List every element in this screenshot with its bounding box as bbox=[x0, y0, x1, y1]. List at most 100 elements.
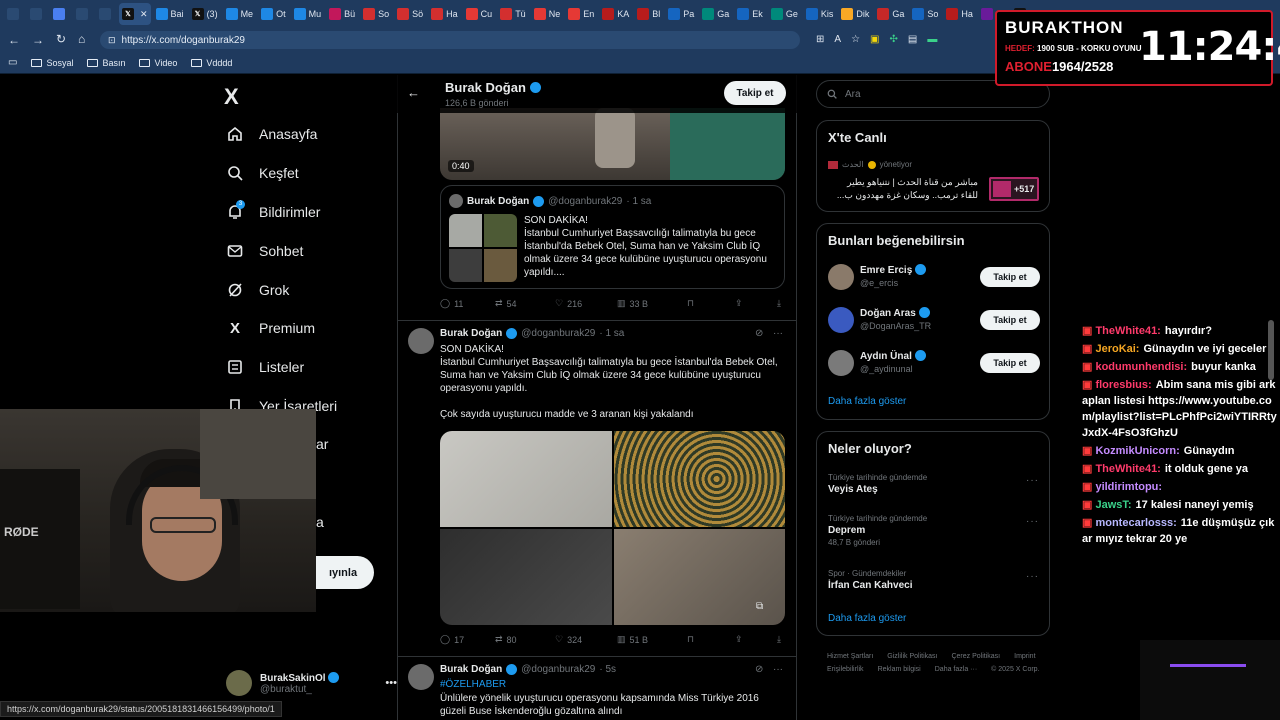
chat-username[interactable]: KozmikUnicorn: bbox=[1095, 445, 1179, 457]
browser-tab[interactable]: Dik bbox=[838, 3, 872, 25]
hashtag-link[interactable]: #ÖZELHABER bbox=[440, 679, 506, 690]
chat-username[interactable]: yildirimtopu: bbox=[1095, 481, 1162, 493]
more-icon[interactable]: ··· bbox=[773, 664, 783, 675]
home-browser-icon[interactable]: ⌂ bbox=[78, 32, 85, 46]
like-button[interactable]: ♡ 324 bbox=[555, 634, 617, 645]
grok-analyze-icon[interactable]: ⊘ bbox=[755, 328, 763, 339]
nav-item-explore[interactable]: Keşfet bbox=[226, 164, 299, 182]
url-field[interactable]: ⊡ https://x.com/doganburak29 bbox=[100, 31, 800, 49]
account-switcher[interactable]: BurakSakinOl @buraktut_ ••• bbox=[226, 670, 397, 696]
browser-tab[interactable]: Kis bbox=[803, 3, 837, 25]
views-button[interactable]: ▥ 51 B bbox=[617, 634, 687, 645]
tweet-video[interactable]: 0:40 bbox=[440, 108, 785, 180]
suggest-user[interactable]: Aydın Ünal @_aydinunal Takip et bbox=[828, 350, 1040, 380]
show-more-link[interactable]: Daha fazla göster bbox=[828, 396, 906, 407]
footer-link[interactable]: Erişilebilirlik bbox=[827, 663, 864, 676]
bookmark-folder[interactable]: Sosyal bbox=[31, 58, 73, 68]
browser-tab[interactable]: Cu bbox=[463, 3, 496, 25]
trend-item[interactable]: Türkiye tarihinde gündemde Deprem 48,7 B… bbox=[828, 514, 1040, 547]
nav-item-lists[interactable]: Listeler bbox=[226, 358, 304, 376]
suggest-user[interactable]: Doğan Aras @DoganAras_TR Takip et bbox=[828, 307, 1040, 337]
footer-link[interactable]: Gizlilik Politikası bbox=[887, 650, 937, 663]
footer-link[interactable]: Imprint bbox=[1014, 650, 1035, 663]
more-icon[interactable]: ••• bbox=[385, 677, 397, 689]
nav-item-grok[interactable]: Grok bbox=[226, 281, 289, 299]
browser-tab[interactable]: Bai bbox=[153, 3, 187, 25]
browser-tab[interactable]: Bü bbox=[326, 3, 358, 25]
tweet-photo[interactable] bbox=[440, 529, 612, 625]
reload-icon[interactable]: ↻ bbox=[56, 32, 66, 46]
bookmark-button[interactable]: ⊓ bbox=[687, 298, 735, 309]
x-logo-icon[interactable]: X bbox=[224, 84, 239, 110]
bookmark-button[interactable]: ⊓ bbox=[687, 634, 735, 645]
extension-icon[interactable]: ▤ bbox=[908, 34, 917, 45]
browser-tab[interactable]: Bl bbox=[634, 3, 663, 25]
follow-button[interactable]: Takip et bbox=[980, 267, 1040, 287]
alt-text-icon[interactable]: ⧉ bbox=[756, 601, 763, 612]
repost-button[interactable]: ⇄ 54 bbox=[495, 298, 555, 309]
live-text[interactable]: مباشر من قناة الحدث | نتنياهو يطير للقاء… bbox=[828, 176, 978, 202]
reading-list-icon[interactable]: ▭ bbox=[8, 57, 17, 68]
extension-icon[interactable]: ✣ bbox=[889, 34, 897, 45]
close-tab-icon[interactable]: ✕ bbox=[140, 9, 148, 20]
chat-username[interactable]: floresbius: bbox=[1095, 379, 1151, 391]
download-button[interactable]: ⤓ bbox=[777, 298, 781, 309]
browser-tab[interactable]: So bbox=[909, 3, 941, 25]
tweet-photo[interactable] bbox=[440, 431, 612, 527]
favorite-star-icon[interactable]: ☆ bbox=[851, 34, 860, 45]
browser-tab[interactable]: Ga bbox=[874, 3, 907, 25]
browser-tab[interactable]: Ne bbox=[531, 3, 564, 25]
read-aloud-icon[interactable]: A bbox=[834, 34, 841, 45]
nav-item-partial[interactable]: ar bbox=[316, 436, 328, 452]
more-icon[interactable]: ··· bbox=[1026, 475, 1039, 486]
browser-tab[interactable]: So bbox=[360, 3, 392, 25]
footer-link[interactable]: Daha fazla ··· bbox=[935, 663, 977, 676]
browser-tab[interactable] bbox=[4, 3, 25, 25]
chat-username[interactable]: TheWhite41: bbox=[1095, 463, 1160, 475]
browser-tab[interactable]: 𝕏 (3) bbox=[189, 3, 221, 25]
suggest-user[interactable]: Emre Erciş @e_ercis Takip et bbox=[828, 264, 1040, 294]
more-icon[interactable]: ··· bbox=[1026, 516, 1039, 527]
tweet-photo[interactable] bbox=[613, 431, 785, 527]
site-info-icon[interactable]: ⊡ bbox=[108, 35, 116, 46]
live-listeners[interactable]: +517 bbox=[989, 177, 1039, 201]
browser-tab[interactable] bbox=[27, 3, 48, 25]
browser-tab[interactable]: En bbox=[565, 3, 597, 25]
browser-tab[interactable]: Ot bbox=[258, 3, 289, 25]
search-input[interactable]: Ara bbox=[845, 89, 861, 100]
browser-tab[interactable]: Ha bbox=[943, 3, 976, 25]
more-icon[interactable]: ··· bbox=[1026, 571, 1039, 582]
avatar[interactable] bbox=[408, 664, 434, 690]
follow-button[interactable]: Takip et bbox=[980, 310, 1040, 330]
show-more-link[interactable]: Daha fazla göster bbox=[828, 613, 906, 624]
chat-username[interactable]: JawsT: bbox=[1095, 499, 1131, 511]
reply-button[interactable]: ◯ 17 bbox=[440, 634, 495, 645]
trend-item[interactable]: Spor · Gündemdekiler İrfan Can Kahveci ·… bbox=[828, 569, 1040, 591]
bookmark-folder[interactable]: Basın bbox=[87, 58, 125, 68]
bookmark-folder[interactable]: Video bbox=[139, 58, 177, 68]
avatar[interactable] bbox=[408, 328, 434, 354]
quote-tweet[interactable]: Burak Doğan @doganburak29 · 1 sa SON DAK… bbox=[440, 185, 785, 289]
repost-button[interactable]: ⇄ 80 bbox=[495, 634, 555, 645]
nav-item-partial[interactable]: a bbox=[316, 514, 324, 530]
extension-icon[interactable]: ▬ bbox=[927, 34, 937, 45]
follow-button[interactable]: Takip et bbox=[980, 353, 1040, 373]
nav-item-premium[interactable]: X Premium bbox=[226, 319, 315, 337]
footer-link[interactable]: Hizmet Şartları bbox=[827, 650, 873, 663]
browser-tab[interactable]: 𝕏 ✕ bbox=[119, 3, 151, 25]
trend-item[interactable]: Türkiye tarihinde gündemde Veyis Ateş ··… bbox=[828, 473, 1040, 495]
browser-tab[interactable]: Pa bbox=[665, 3, 697, 25]
footer-link[interactable]: Çerez Politikası bbox=[951, 650, 1000, 663]
chat-username[interactable]: kodumunhendisi: bbox=[1095, 361, 1187, 373]
follow-button[interactable]: Takip et bbox=[724, 81, 786, 105]
back-arrow-icon[interactable]: ← bbox=[407, 85, 420, 100]
browser-tab[interactable]: Ha bbox=[428, 3, 461, 25]
browser-tab[interactable]: Ek bbox=[734, 3, 766, 25]
grok-analyze-icon[interactable]: ⊘ bbox=[755, 664, 763, 675]
browser-tab[interactable] bbox=[96, 3, 117, 25]
browser-tab[interactable] bbox=[50, 3, 71, 25]
chat-username[interactable]: JeroKai: bbox=[1095, 343, 1139, 355]
download-button[interactable]: ⤓ bbox=[777, 634, 781, 645]
chat-username[interactable]: TheWhite41: bbox=[1095, 325, 1160, 337]
nav-item-chat[interactable]: Sohbet bbox=[226, 242, 303, 260]
